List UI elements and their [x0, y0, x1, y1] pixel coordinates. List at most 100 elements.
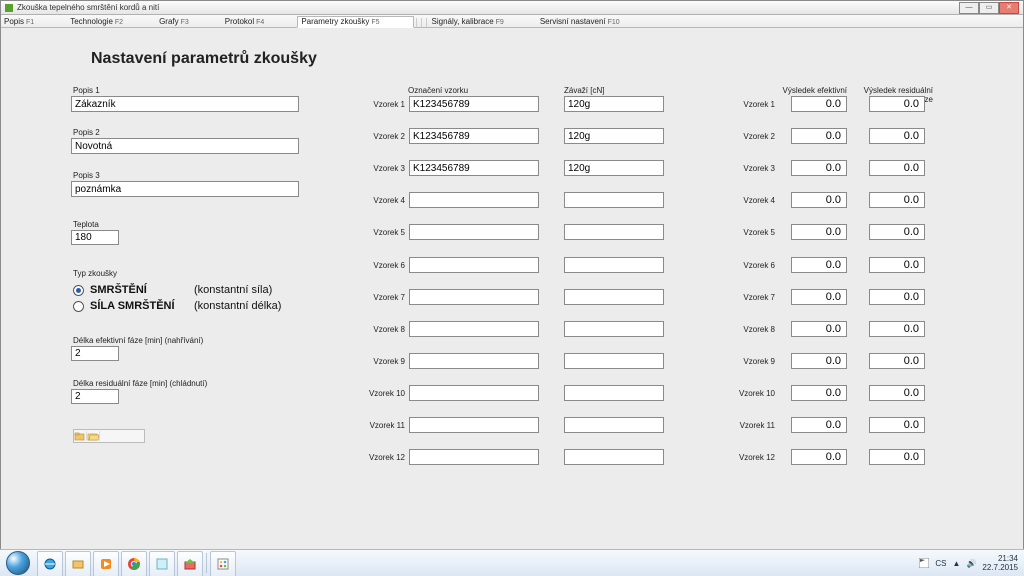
file-icon-bar	[73, 429, 145, 443]
input-zavazi[interactable]	[564, 449, 664, 465]
input-zavazi[interactable]	[564, 321, 664, 337]
input-oznaceni[interactable]	[409, 449, 539, 465]
input-oznaceni[interactable]	[409, 385, 539, 401]
input-popis1[interactable]	[71, 96, 299, 112]
input-zavazi[interactable]	[564, 257, 664, 273]
input-popis2[interactable]	[71, 138, 299, 154]
task-app2[interactable]	[177, 551, 203, 576]
menu-label: Protokol	[225, 17, 254, 26]
radio-sila-smrsteni[interactable]: SÍLA SMRŠTĚNÍ (konstantní délka)	[73, 300, 281, 312]
sample-label-right: Vzorek 5	[733, 228, 775, 237]
titlebar: Zkouška tepelného smrštění kordů a nití …	[1, 1, 1023, 15]
task-media[interactable]	[93, 551, 119, 576]
radio-1-icon	[73, 285, 84, 296]
input-zavazi[interactable]	[564, 224, 664, 240]
result-eff: 0.0	[791, 257, 847, 273]
input-oznaceni[interactable]	[409, 192, 539, 208]
input-delka-eff[interactable]	[71, 346, 119, 361]
tray-vol-icon[interactable]: 🔊	[966, 559, 976, 568]
iconbar-spacer	[100, 431, 144, 441]
menu-parametry-zkou-ky[interactable]: Parametry zkouškyF5	[297, 16, 413, 28]
input-oznaceni[interactable]	[409, 128, 539, 144]
menu-fkey: F1	[26, 19, 34, 26]
result-eff: 0.0	[791, 160, 847, 176]
input-zavazi[interactable]	[564, 353, 664, 369]
menu-protokol[interactable]: ProtokolF4	[222, 17, 298, 27]
result-eff: 0.0	[791, 449, 847, 465]
sample-label-left: Vzorek 8	[363, 325, 405, 334]
sample-label-left: Vzorek 4	[363, 196, 405, 205]
sample-label-left: Vzorek 11	[363, 421, 405, 430]
tray-flag-icon[interactable]	[919, 558, 929, 568]
radio-1-main: SMRŠTĚNÍ	[90, 284, 188, 296]
label-popis1: Popis 1	[73, 86, 100, 95]
input-zavazi[interactable]	[564, 128, 664, 144]
input-oznaceni[interactable]	[409, 96, 539, 112]
menu-label: Signály, kalibrace	[432, 17, 494, 26]
maximize-button[interactable]: ▭	[979, 2, 999, 14]
input-oznaceni[interactable]	[409, 353, 539, 369]
input-oznaceni[interactable]	[409, 289, 539, 305]
menu-label: Technologie	[70, 17, 113, 26]
app-window: Zkouška tepelného smrštění kordů a nití …	[0, 0, 1024, 550]
sample-label-right: Vzorek 9	[733, 357, 775, 366]
tray-date[interactable]: 22.7.2015	[982, 563, 1018, 572]
input-oznaceni[interactable]	[409, 321, 539, 337]
sample-label-right: Vzorek 7	[733, 293, 775, 302]
input-oznaceni[interactable]	[409, 417, 539, 433]
folder-icon[interactable]	[74, 431, 87, 441]
task-ie[interactable]	[37, 551, 63, 576]
input-zavazi[interactable]	[564, 289, 664, 305]
sample-label-left: Vzorek 3	[363, 164, 405, 173]
result-res: 0.0	[869, 321, 925, 337]
header-oznaceni: Označení vzorku	[408, 86, 468, 95]
task-app1[interactable]	[149, 551, 175, 576]
windows-orb-icon	[6, 551, 30, 575]
task-running-paint[interactable]	[210, 551, 236, 576]
taskbar-separator	[206, 553, 207, 573]
task-explorer[interactable]	[65, 551, 91, 576]
tray-net-icon[interactable]: ▲	[953, 559, 961, 568]
result-eff: 0.0	[791, 289, 847, 305]
menubar: PopisF1TechnologieF2GrafyF3ProtokolF4Par…	[1, 15, 1023, 28]
client-area: Nastavení parametrů zkoušky Popis 1 Popi…	[1, 28, 1023, 549]
sample-label-right: Vzorek 1	[733, 100, 775, 109]
sample-label-left: Vzorek 5	[363, 228, 405, 237]
start-button[interactable]	[0, 550, 36, 576]
input-zavazi[interactable]	[564, 385, 664, 401]
menu-fkey: F10	[608, 19, 620, 26]
result-res: 0.0	[869, 289, 925, 305]
menu-sign-ly-kalibrace[interactable]: Signály, kalibraceF9	[429, 17, 537, 27]
tray-time[interactable]: 21:34	[982, 554, 1018, 563]
menu-technologie[interactable]: TechnologieF2	[67, 17, 156, 27]
radio-smrsteni[interactable]: SMRŠTĚNÍ (konstantní síla)	[73, 284, 272, 296]
input-delka-res[interactable]	[71, 389, 119, 404]
input-zavazi[interactable]	[564, 417, 664, 433]
sample-label-right: Vzorek 2	[733, 132, 775, 141]
input-teplota[interactable]	[71, 230, 119, 245]
result-eff: 0.0	[791, 417, 847, 433]
task-chrome[interactable]	[121, 551, 147, 576]
result-res: 0.0	[869, 224, 925, 240]
input-oznaceni[interactable]	[409, 224, 539, 240]
result-res: 0.0	[869, 96, 925, 112]
input-zavazi[interactable]	[564, 192, 664, 208]
menu-popis[interactable]: PopisF1	[1, 17, 67, 27]
sample-label-left: Vzorek 1	[363, 100, 405, 109]
open-folder-icon[interactable]	[87, 431, 100, 441]
input-zavazi[interactable]	[564, 160, 664, 176]
minimize-button[interactable]: —	[959, 2, 979, 14]
tray-lang[interactable]: CS	[935, 559, 946, 568]
menu-servisn-nastaven-[interactable]: Servisní nastaveníF10	[537, 17, 653, 27]
input-oznaceni[interactable]	[409, 257, 539, 273]
menu-grafy[interactable]: GrafyF3	[156, 17, 222, 27]
page-title: Nastavení parametrů zkoušky	[91, 50, 317, 68]
input-oznaceni[interactable]	[409, 160, 539, 176]
result-res: 0.0	[869, 192, 925, 208]
close-button[interactable]: ✕	[999, 2, 1019, 14]
result-res: 0.0	[869, 353, 925, 369]
sample-label-left: Vzorek 6	[363, 261, 405, 270]
input-popis3[interactable]	[71, 181, 299, 197]
result-res: 0.0	[869, 160, 925, 176]
input-zavazi[interactable]	[564, 96, 664, 112]
